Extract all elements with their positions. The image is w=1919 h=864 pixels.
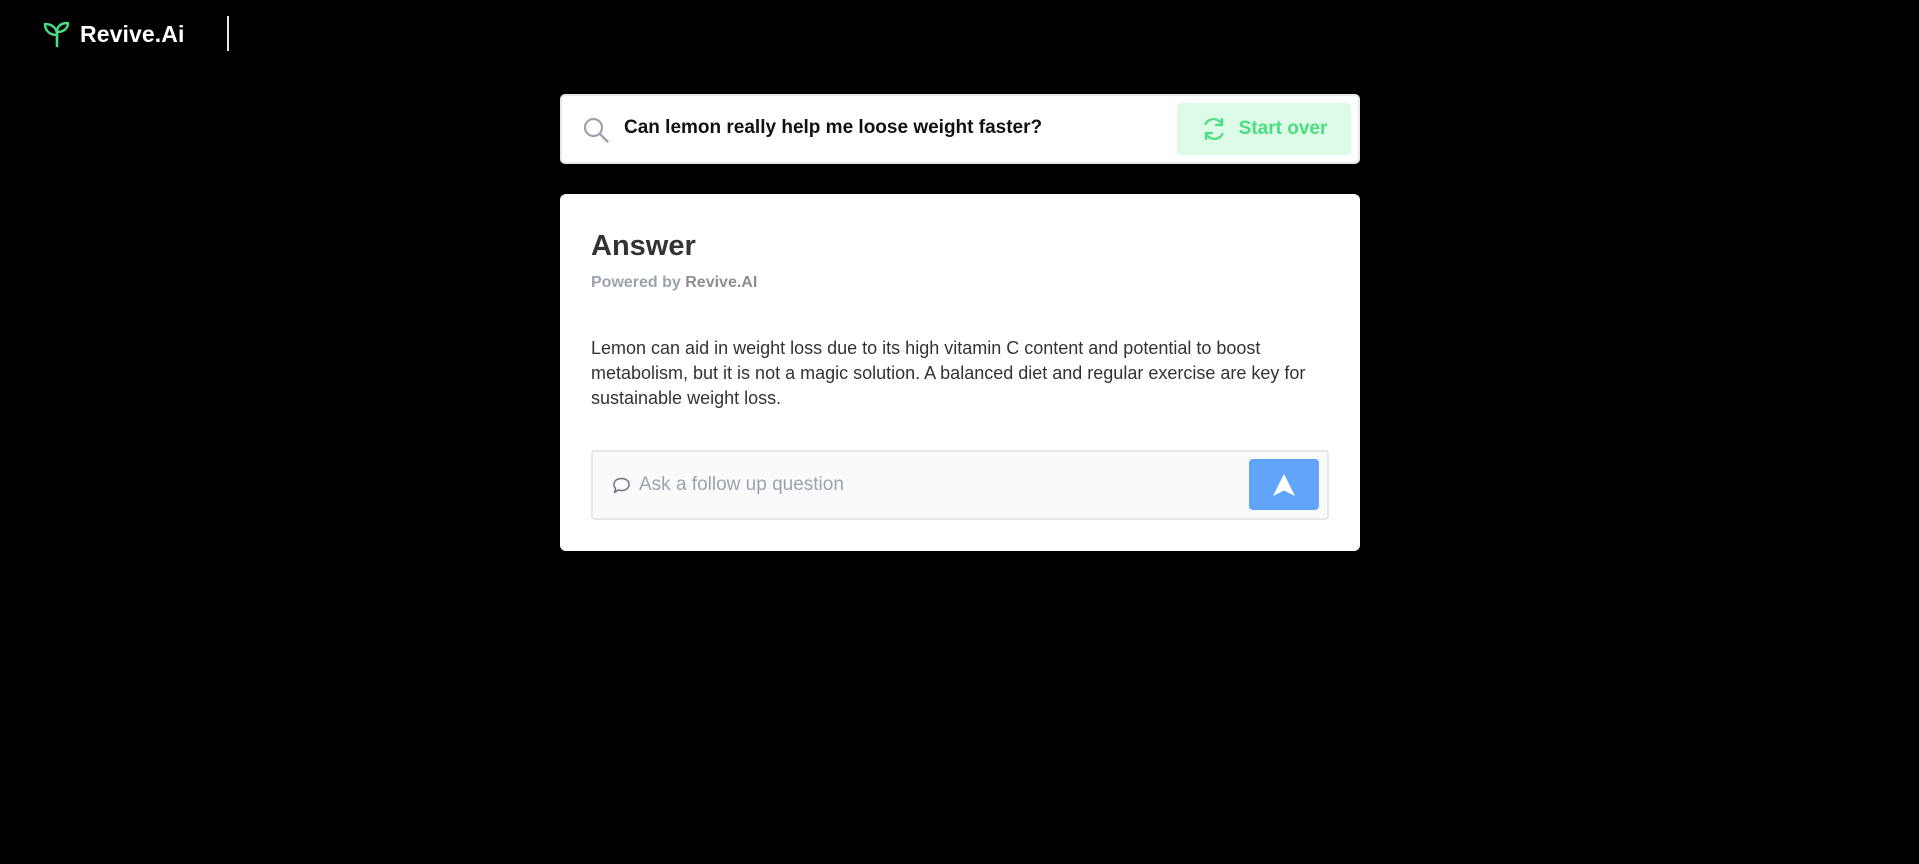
answer-text: Lemon can aid in weight loss due to its … — [591, 338, 1306, 408]
brand-name: Revive.Ai — [80, 20, 185, 47]
sprout-icon — [42, 19, 72, 49]
refresh-icon — [1201, 116, 1227, 142]
search-query-text[interactable]: Can lemon really help me loose weight fa… — [624, 117, 1042, 139]
header-divider — [227, 16, 229, 51]
search-icon — [582, 116, 610, 144]
search-bar: Can lemon really help me loose weight fa… — [560, 94, 1360, 164]
powered-by-prefix: Powered by — [591, 274, 686, 291]
answer-title: Answer — [591, 230, 696, 262]
answer-card: Answer Powered by Revive.AI Lemon can ai… — [560, 194, 1360, 551]
followup-input[interactable] — [637, 465, 1227, 505]
chat-bubble-icon — [612, 476, 631, 495]
followup-box — [591, 450, 1329, 520]
app-header: Revive.Ai — [0, 0, 1919, 68]
send-arrow-icon — [1271, 472, 1297, 498]
start-over-button[interactable]: Start over — [1177, 103, 1351, 155]
brand-logo[interactable]: Revive.Ai — [42, 18, 184, 50]
powered-by: Powered by Revive.AI — [591, 274, 757, 292]
send-button[interactable] — [1249, 459, 1319, 510]
start-over-label: Start over — [1238, 118, 1328, 139]
powered-by-brand: Revive.AI — [685, 274, 758, 291]
